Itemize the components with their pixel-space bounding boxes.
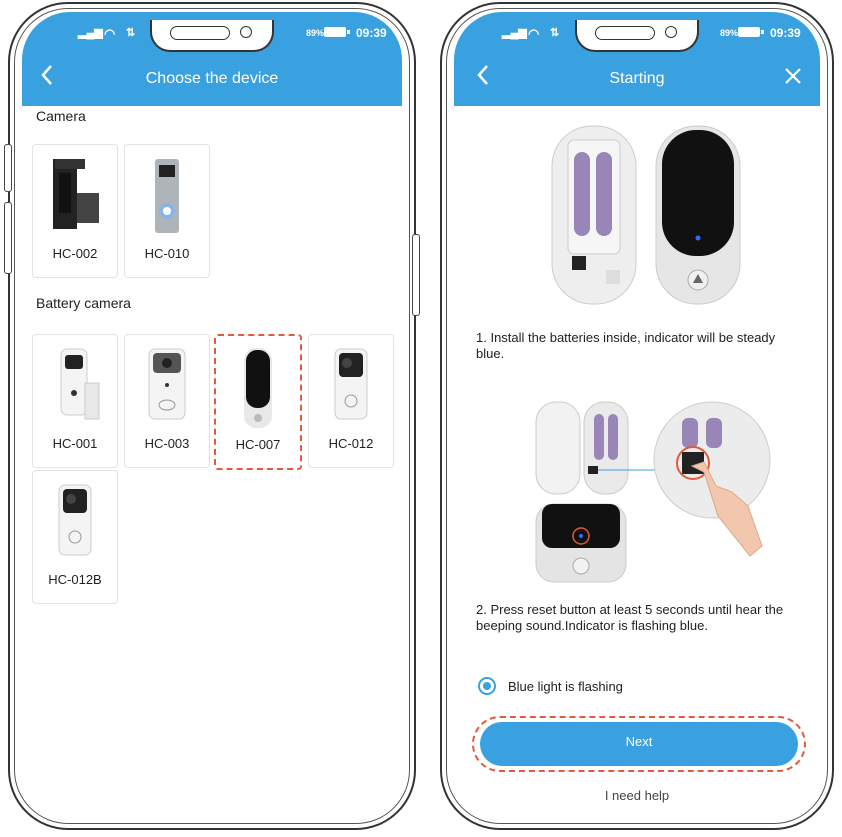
- device-label: HC-002: [52, 246, 98, 261]
- device-label: HC-012B: [48, 572, 102, 587]
- device-label: HC-010: [144, 246, 190, 261]
- wifi-icon: ◠: [528, 26, 540, 41]
- notch: [575, 20, 699, 52]
- device-tile-hc-001[interactable]: HC-001: [32, 334, 118, 468]
- device-label: HC-007: [235, 437, 281, 452]
- step-2-text: 2. Press reset button at least 5 seconds…: [476, 602, 784, 633]
- side-button: [4, 144, 12, 192]
- section-title-camera: Camera: [36, 108, 86, 124]
- blue-light-flashing-radio[interactable]: [478, 677, 496, 695]
- page-title: Starting: [609, 70, 665, 87]
- status-time: 09:39: [770, 26, 801, 40]
- right-screen: ▂▄▆ ◠ ⇅ 89% 09:39 Starting 1. Install th…: [454, 12, 820, 820]
- close-icon[interactable]: [780, 64, 806, 90]
- status-bar: ▂▄▆ ◠ ⇅ 89% 09:39: [454, 20, 820, 52]
- cellular-signal-icon: ▂▄▆: [78, 27, 103, 39]
- doorbell-battery-illustration: [546, 120, 746, 310]
- device-label: HC-003: [144, 436, 190, 451]
- device-tile-hc-002[interactable]: HC-002: [32, 144, 118, 278]
- device-image: [43, 153, 107, 243]
- app-bar: ▂▄▆ ◠ ⇅ 89% 09:39 Starting: [454, 12, 820, 106]
- next-button-highlight: Next: [472, 716, 806, 772]
- device-tile-hc-012[interactable]: HC-012: [308, 334, 394, 468]
- device-tile-hc-003[interactable]: HC-003: [124, 334, 210, 468]
- device-tile-hc-007[interactable]: HC-007: [214, 334, 302, 470]
- device-label: HC-012: [328, 436, 374, 451]
- step-1-text: 1. Install the batteries inside, indicat…: [476, 330, 776, 361]
- wifi-icon: ◠: [104, 26, 116, 41]
- device-image: [226, 344, 290, 434]
- radio-label: Blue light is flashing: [508, 679, 623, 694]
- page-title: Choose the device: [145, 70, 279, 87]
- section-title-battery-camera: Battery camera: [36, 295, 131, 311]
- device-image: [319, 343, 383, 433]
- status-time: 09:39: [356, 26, 387, 40]
- device-image: [43, 343, 107, 433]
- battery-icon: [324, 27, 350, 37]
- battery-percent: 89%: [720, 28, 739, 38]
- notch: [150, 20, 274, 52]
- left-phone: ▂▄▆ ◠ ⇅ 89% 09:39 Choose the device Came…: [4, 2, 420, 830]
- device-image: [135, 153, 199, 243]
- cellular-signal-icon: ▂▄▆: [502, 27, 527, 39]
- reset-button-illustration: [532, 396, 792, 586]
- data-speed-icon: ⇅: [126, 27, 136, 39]
- device-tile-hc-010[interactable]: HC-010: [124, 144, 210, 278]
- app-bar: ▂▄▆ ◠ ⇅ 89% 09:39 Choose the device: [22, 12, 402, 106]
- device-image: [135, 343, 199, 433]
- device-image: [43, 479, 107, 569]
- next-button[interactable]: Next: [480, 722, 798, 766]
- need-help-link[interactable]: I need help: [454, 788, 820, 803]
- status-bar: ▂▄▆ ◠ ⇅ 89% 09:39: [22, 20, 402, 52]
- battery-icon: [738, 27, 764, 37]
- side-button: [4, 202, 12, 274]
- left-screen: ▂▄▆ ◠ ⇅ 89% 09:39 Choose the device Came…: [22, 12, 402, 820]
- battery-percent: 89%: [306, 28, 325, 38]
- device-tile-hc-012b[interactable]: HC-012B: [32, 470, 118, 604]
- right-phone: ▂▄▆ ◠ ⇅ 89% 09:39 Starting 1. Install th…: [440, 2, 834, 830]
- device-label: HC-001: [52, 436, 98, 451]
- side-button: [412, 234, 420, 316]
- data-speed-icon: ⇅: [550, 27, 560, 39]
